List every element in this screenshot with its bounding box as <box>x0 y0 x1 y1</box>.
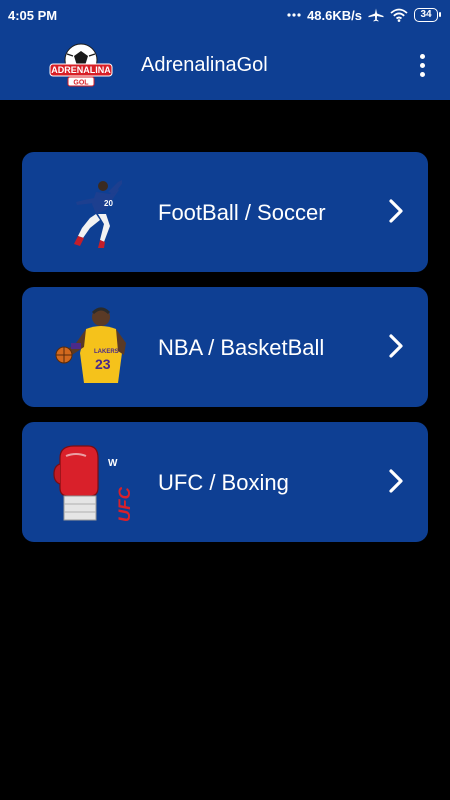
battery-icon: 34 <box>414 8 441 22</box>
toolbar: ADRENALINA GOL AdrenalinaGol <box>0 30 450 100</box>
category-card-soccer[interactable]: 20 FootBall / Soccer <box>22 152 428 272</box>
basketball-player-icon: LAKERS 23 <box>55 307 126 383</box>
svg-text:W: W <box>108 458 118 469</box>
category-label: UFC / Boxing <box>158 470 289 495</box>
logo-text-top: ADRENALINA <box>51 65 111 75</box>
boxing-glove-ufc-icon: W UFC <box>53 445 134 522</box>
chevron-right-icon <box>389 199 403 223</box>
status-bar: 4:05 PM 48.6KB/s 34 <box>0 0 450 30</box>
network-speed: 48.6KB/s <box>307 7 362 23</box>
soccer-player-icon: 20 <box>74 180 122 248</box>
battery-level: 34 <box>420 9 432 20</box>
airplane-mode-icon <box>368 8 384 22</box>
ufc-badge-text: UFC <box>115 486 134 522</box>
app-title: AdrenalinaGol <box>141 54 268 76</box>
app-logo: ADRENALINA GOL <box>49 43 113 87</box>
chevron-right-icon <box>389 469 403 493</box>
menu-dot <box>419 53 425 59</box>
svg-text:LAKERS: LAKERS <box>94 349 119 355</box>
more-vert-icon[interactable] <box>412 50 432 80</box>
svg-text:23: 23 <box>95 356 111 372</box>
category-card-basketball[interactable]: LAKERS 23 NBA / BasketBall <box>22 287 428 407</box>
category-label: FootBall / Soccer <box>158 200 326 225</box>
svg-text:20: 20 <box>104 199 113 208</box>
status-time: 4:05 PM <box>8 7 58 23</box>
menu-dot <box>419 71 425 77</box>
menu-dot <box>419 62 425 68</box>
status-icons: 48.6KB/s 34 <box>287 7 441 23</box>
logo-text-bottom: GOL <box>73 80 89 87</box>
category-label: NBA / BasketBall <box>158 335 325 360</box>
signal-dots-icon <box>287 13 301 17</box>
wifi-icon <box>390 8 408 22</box>
app-bar: 4:05 PM 48.6KB/s 34 ADRENALINA GOL Adren… <box>0 0 450 100</box>
category-card-ufc[interactable]: W UFC UFC / Boxing <box>22 422 428 542</box>
chevron-right-icon <box>389 334 403 358</box>
